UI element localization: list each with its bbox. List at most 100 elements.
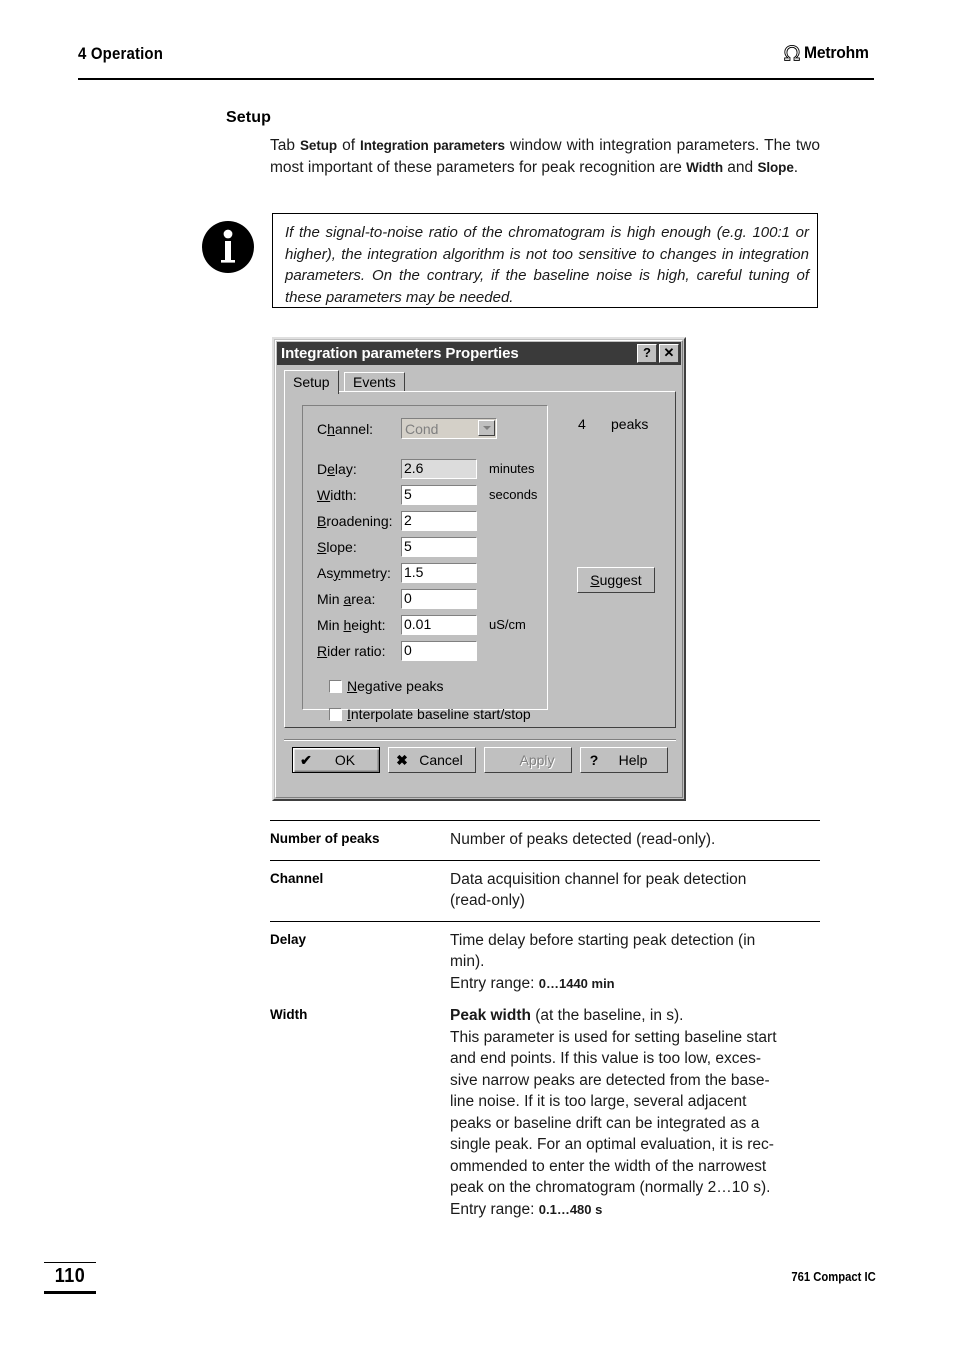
- page-number: 110: [54, 1265, 86, 1287]
- entry-range-width: 0.1…480 s: [538, 1201, 603, 1217]
- suggest-button[interactable]: Suggest: [577, 567, 655, 593]
- dialog-button-bar: ✔ OK ✖ Cancel Apply ? Help: [284, 739, 676, 779]
- slope-input[interactable]: 5: [401, 536, 477, 557]
- channel-field-row: Channel: Cond: [317, 418, 497, 439]
- min-height-field-row: Min height: 0.01 uS/cm: [317, 614, 526, 635]
- negative-peaks-checkbox[interactable]: [329, 679, 342, 693]
- table-row: Number of peaks Number of peaks detected…: [270, 821, 820, 860]
- parameter-definitions-table: Number of peaks Number of peaks detected…: [270, 820, 820, 1229]
- metrohm-logo: Metrohm: [782, 43, 874, 63]
- note-text: If the signal-to-noise ratio of the chro…: [285, 224, 809, 306]
- cancel-button[interactable]: ✖ Cancel: [388, 747, 476, 773]
- broadening-label: Broadening:: [317, 512, 393, 529]
- help-button-label: Help: [618, 752, 648, 768]
- asymmetry-input[interactable]: 1.5: [401, 562, 477, 583]
- min-height-unit-label: uS/cm: [489, 617, 526, 632]
- section-title: Setup: [226, 109, 271, 126]
- intro-bold-slope: Slope: [757, 159, 794, 175]
- metrohm-omega-icon: [783, 45, 800, 61]
- broadening-input[interactable]: 2: [401, 510, 477, 531]
- definition-description: Number of peaks detected (read-only).: [450, 831, 716, 848]
- slope-label: Slope:: [317, 538, 357, 555]
- negative-peaks-label: Negative peaks: [347, 678, 444, 694]
- rider-ratio-field-row: Rider ratio: 0: [317, 640, 477, 661]
- definition-description: Time delay before starting peak detectio…: [450, 931, 756, 992]
- interpolate-baseline-checkbox[interactable]: [329, 707, 342, 721]
- delay-label: Delay:: [317, 460, 357, 477]
- integration-parameters-dialog: Integration parameters Properties ? ✕ Se…: [272, 337, 686, 801]
- rider-ratio-label: Rider ratio:: [317, 642, 386, 659]
- definition-term: Number of peaks: [270, 831, 380, 846]
- dialog-title: Integration parameters Properties: [281, 345, 519, 362]
- note-box: If the signal-to-noise ratio of the chro…: [272, 213, 818, 308]
- intro-bold-setup: Setup: [300, 138, 338, 153]
- definition-description: Data acquisition channel for peak detect…: [450, 870, 747, 910]
- min-area-label: Min area:: [317, 590, 376, 607]
- intro-text-1: Tab: [270, 137, 301, 154]
- check-icon: ✔: [300, 751, 312, 768]
- intro-bold-width: Width: [686, 159, 723, 175]
- metrohm-brand-text: Metrohm: [803, 43, 869, 62]
- cancel-button-label: Cancel: [419, 752, 463, 768]
- intro-text-2: of: [337, 137, 361, 154]
- definition-term: Channel: [270, 870, 324, 886]
- footer-document-title: 761 Compact IC: [791, 1270, 876, 1284]
- asymmetry-label: Asymmetry:: [317, 564, 391, 581]
- table-row: Delay Time delay before starting peak de…: [270, 922, 820, 1004]
- definition-term: Delay: [270, 931, 307, 947]
- question-mark-icon: ?: [589, 752, 599, 768]
- min-area-input[interactable]: 0: [401, 588, 477, 609]
- dialog-titlebar: Integration parameters Properties ? ✕: [277, 342, 681, 365]
- info-icon: [202, 221, 254, 273]
- apply-button-label: Apply: [519, 752, 555, 768]
- min-height-label: Min height:: [317, 616, 386, 633]
- delay-field-row: Delay: 2.6 minutes: [317, 458, 535, 479]
- intro-text-4: and: [723, 158, 758, 176]
- negative-peaks-checkbox-row[interactable]: Negative peaks: [329, 678, 444, 694]
- entry-range-delay: 0…1440 min: [538, 975, 615, 991]
- header-divider: [78, 78, 874, 80]
- width-field-row: Width: 5 seconds: [317, 484, 537, 505]
- min-height-input[interactable]: 0.01: [401, 614, 477, 635]
- button-bar-divider: [284, 739, 676, 741]
- tab-setup[interactable]: Setup: [284, 370, 339, 394]
- dialog-help-button[interactable]: ? Help: [580, 747, 668, 773]
- table-row: Channel Data acquisition channel for pea…: [270, 861, 820, 921]
- peaks-count-label: peaks: [611, 416, 649, 432]
- channel-dropdown-value: Cond: [405, 420, 439, 437]
- dialog-tab-page-setup: Channel: Cond Delay: 2.6 minutes Width: …: [284, 391, 676, 728]
- ok-button-label: OK: [334, 752, 356, 768]
- width-unit-label: seconds: [489, 487, 538, 502]
- titlebar-help-icon[interactable]: ?: [637, 344, 657, 363]
- parameters-groupbox: Channel: Cond Delay: 2.6 minutes Width: …: [302, 405, 548, 722]
- interpolate-baseline-label: Interpolate baseline start/stop: [347, 706, 531, 722]
- definition-term: Width: [270, 1007, 308, 1022]
- delay-input[interactable]: 2.6: [401, 458, 477, 479]
- interpolate-baseline-checkbox-row[interactable]: Interpolate baseline start/stop: [329, 706, 531, 722]
- page-header: 4 Operation Metrohm: [78, 43, 874, 78]
- apply-button[interactable]: Apply: [484, 747, 572, 773]
- ok-button[interactable]: ✔ OK: [292, 747, 380, 773]
- chevron-down-icon[interactable]: [478, 420, 495, 436]
- definition-description: Peak width (at the baseline, in s). This…: [450, 1007, 777, 1218]
- titlebar-close-icon[interactable]: ✕: [659, 344, 679, 363]
- asymmetry-field-row: Asymmetry: 1.5: [317, 562, 477, 583]
- width-input[interactable]: 5: [401, 484, 477, 505]
- broadening-field-row: Broadening: 2: [317, 510, 477, 531]
- peaks-count-value: 4: [578, 416, 586, 432]
- intro-bold-integration-parameters: Integration parameters: [360, 138, 505, 153]
- tab-events[interactable]: Events: [344, 372, 405, 392]
- delay-unit-label: minutes: [489, 461, 535, 476]
- rider-ratio-input[interactable]: 0: [401, 640, 477, 661]
- min-area-field-row: Min area: 0: [317, 588, 477, 609]
- peak-width-bold: Peak width: [450, 1007, 531, 1024]
- intro-text-5: .: [793, 158, 799, 176]
- slope-field-row: Slope: 5: [317, 536, 477, 557]
- channel-dropdown[interactable]: Cond: [401, 418, 497, 439]
- footer-page-number-box: 110: [44, 1262, 96, 1294]
- header-chapter-title: 4 Operation: [78, 44, 164, 63]
- table-row: Width Peak width (at the baseline, in s)…: [270, 1003, 820, 1229]
- cross-icon: ✖: [396, 751, 408, 768]
- channel-label: Channel:: [317, 420, 374, 437]
- width-label: Width:: [317, 486, 357, 503]
